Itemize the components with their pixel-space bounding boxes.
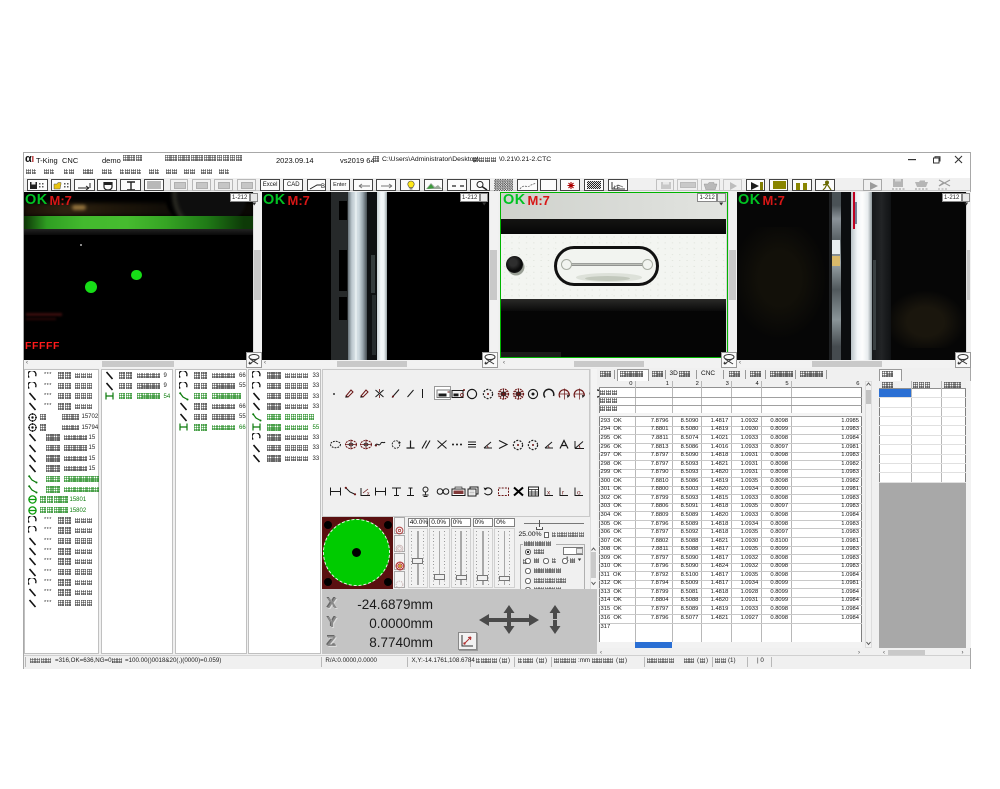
svg-text:B: B xyxy=(321,184,325,190)
svg-text:x: x xyxy=(367,491,370,497)
svg-text:o: o xyxy=(577,489,581,496)
svg-text:LE: LE xyxy=(614,185,621,191)
